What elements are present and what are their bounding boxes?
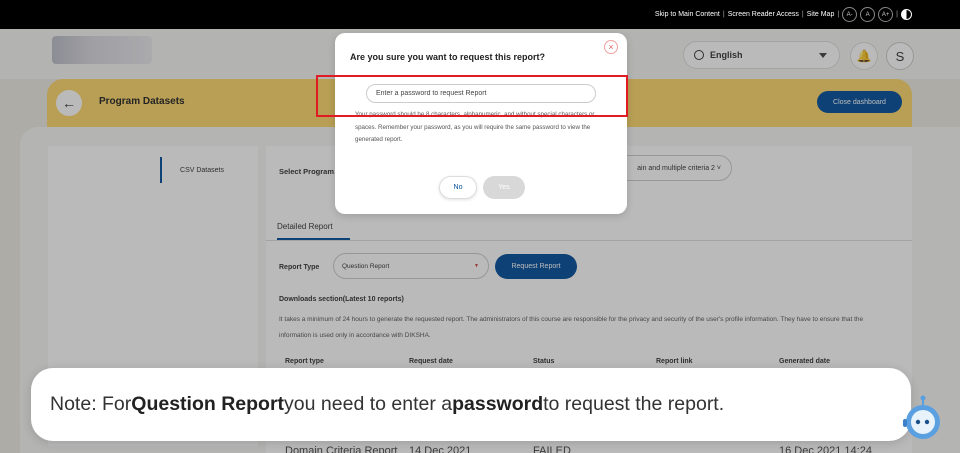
note-middle: you need to enter a <box>284 393 453 415</box>
note-prefix: Note: For <box>50 393 132 415</box>
screen-reader-link[interactable]: Screen Reader Access <box>728 11 799 18</box>
skip-to-main-link[interactable]: Skip to Main Content <box>655 11 720 18</box>
modal-title: Are you sure you want to request this re… <box>350 52 546 62</box>
highlight-box <box>316 75 628 117</box>
note-suffix: to request the report. <box>543 393 725 415</box>
accessibility-bar: Skip to Main Content | Screen Reader Acc… <box>0 0 960 29</box>
contrast-toggle-icon[interactable] <box>901 9 912 20</box>
separator: | <box>722 11 725 18</box>
close-icon[interactable]: × <box>604 40 618 54</box>
note-bold-question-report: Question Report <box>131 393 285 415</box>
font-decrease-button[interactable]: A- <box>842 7 858 22</box>
no-button[interactable]: No <box>439 176 477 199</box>
separator: | <box>801 11 804 18</box>
request-report-modal: Are you sure you want to request this re… <box>335 33 627 214</box>
site-map-link[interactable]: Site Map <box>807 11 835 18</box>
separator: | <box>837 11 840 18</box>
font-normal-button[interactable]: A <box>860 7 876 22</box>
yes-button[interactable]: Yes <box>483 176 525 199</box>
separator: | <box>896 11 898 18</box>
note-callout: Note: For Question Report you need to en… <box>31 368 911 441</box>
chatbot-icon[interactable] <box>898 392 944 442</box>
note-bold-password: password <box>452 393 544 415</box>
font-increase-button[interactable]: A+ <box>878 7 894 22</box>
